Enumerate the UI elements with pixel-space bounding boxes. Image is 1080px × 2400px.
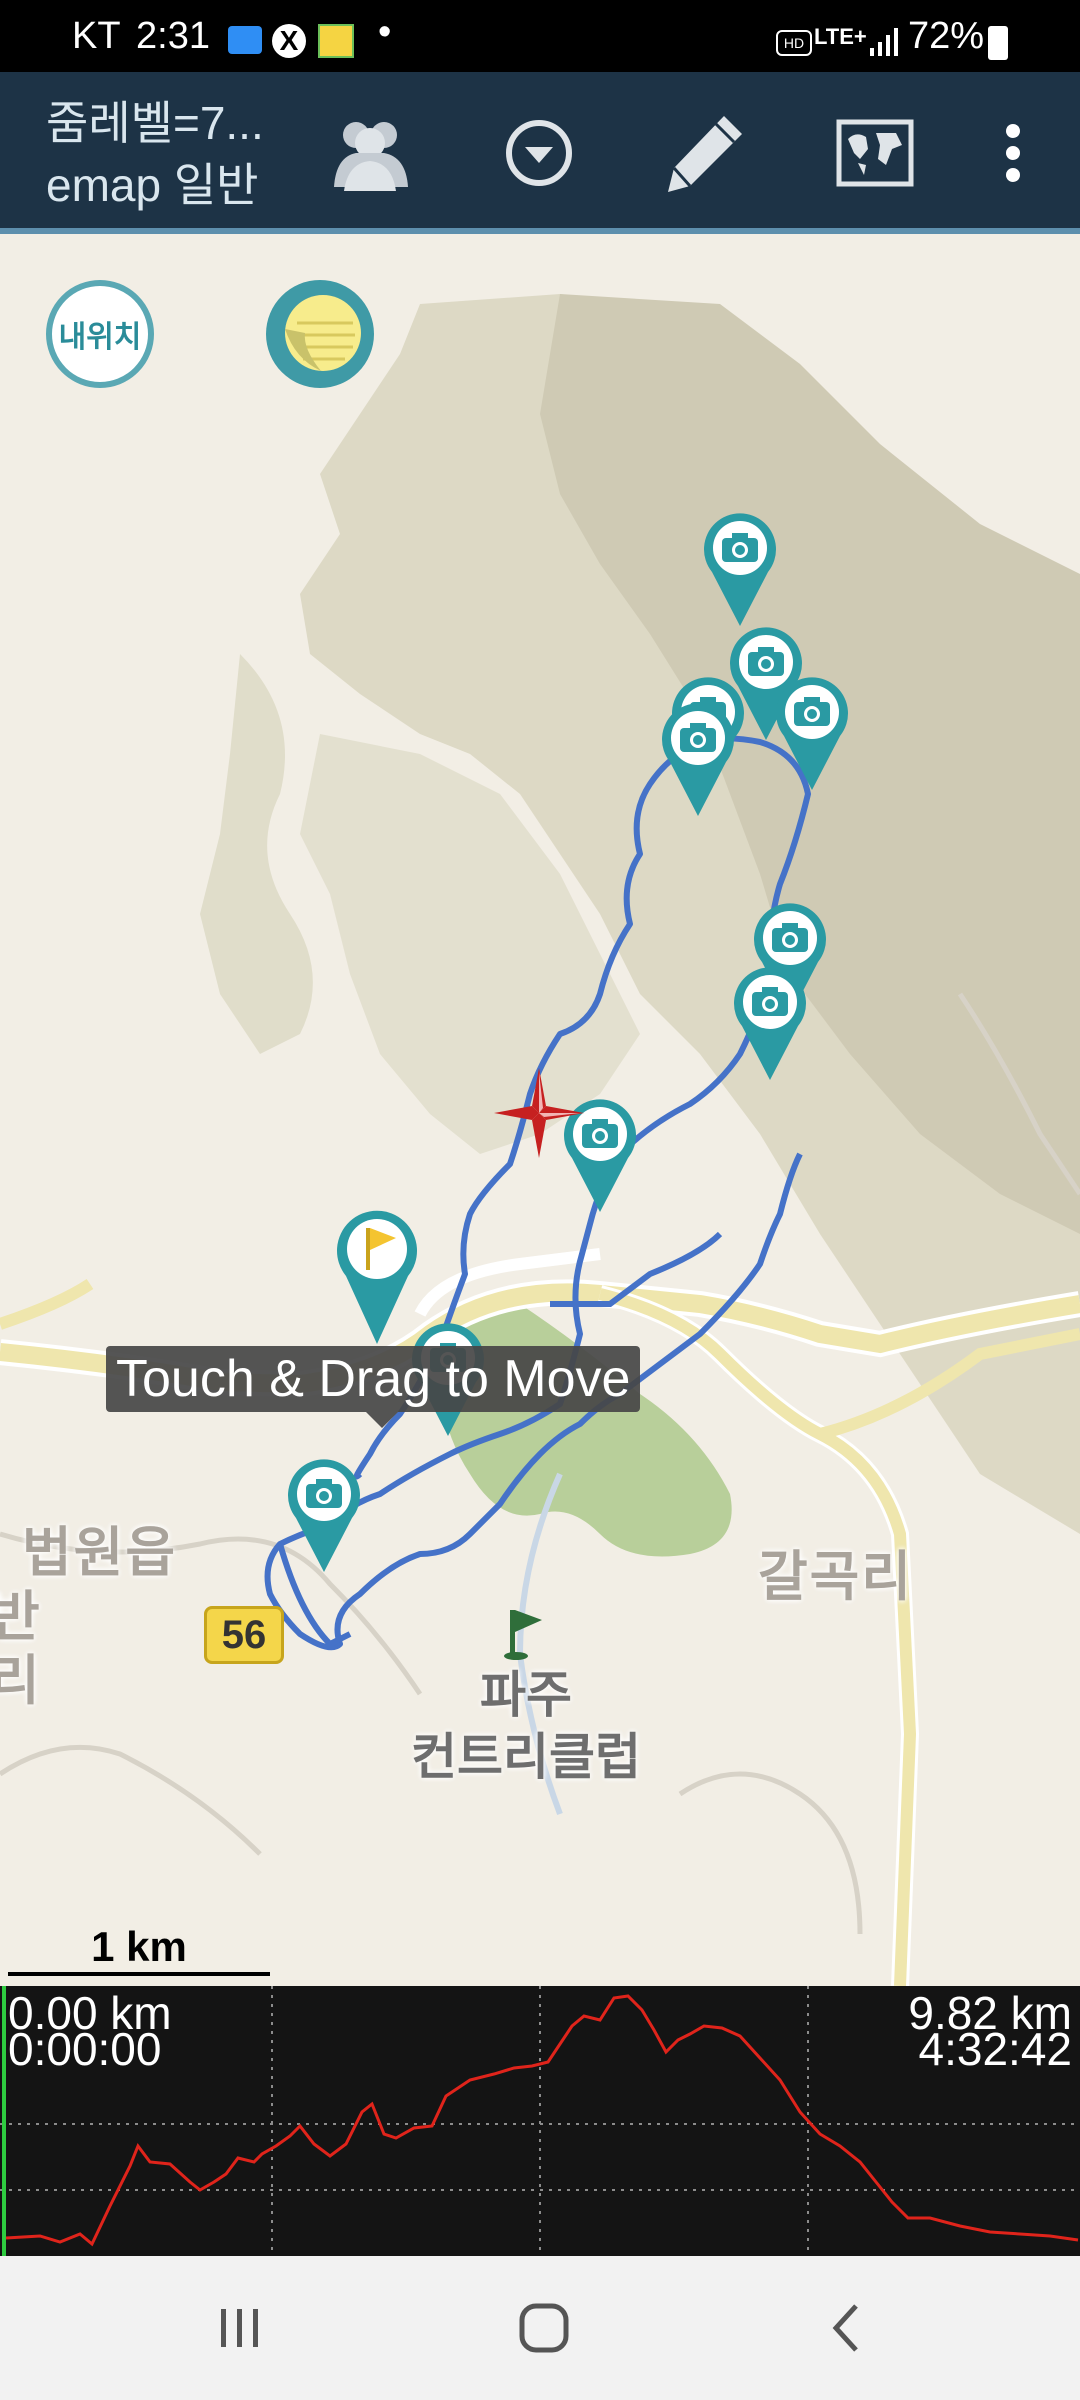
- app-toolbar: 줌레벨=7... emap 일반: [0, 72, 1080, 234]
- memo-button[interactable]: [266, 280, 374, 388]
- back-button[interactable]: [806, 2296, 886, 2360]
- scale-line: [8, 1972, 270, 1976]
- photo-pin[interactable]: [286, 1456, 362, 1574]
- group-button[interactable]: [326, 108, 416, 198]
- start-time: 0:00:00: [8, 2023, 162, 2075]
- place-label-beobwon: 법원읍: [22, 1523, 178, 1583]
- photo-pin[interactable]: [774, 674, 850, 792]
- start-flag-pin[interactable]: [336, 1208, 418, 1346]
- memo-icon: [285, 295, 361, 371]
- recent-apps-button[interactable]: [200, 2296, 280, 2360]
- x-app-icon: X: [272, 24, 306, 58]
- recent-apps-icon: [221, 2309, 258, 2347]
- carrier-label: KT: [72, 15, 121, 57]
- folder-app-icon: [228, 26, 262, 54]
- battery-percent: 72%: [908, 15, 985, 57]
- camera-pin-icon: [288, 1459, 360, 1572]
- signal-icon: [870, 28, 898, 56]
- my-location-label: 내위치: [58, 321, 142, 354]
- home-icon: [519, 2303, 569, 2353]
- more-vert-icon: [1006, 124, 1020, 182]
- my-location-button[interactable]: 내위치: [46, 280, 154, 388]
- notification-dot: •: [378, 11, 392, 53]
- poi-label-country-club: 파주 컨트리클럽: [396, 1664, 656, 1788]
- edit-button[interactable]: [660, 108, 750, 198]
- place-label-galgok: 갈곡리: [758, 1547, 914, 1607]
- camera-pin-icon: [734, 967, 806, 1080]
- zoom-level-label: 줌레벨=7...: [46, 97, 264, 149]
- map-title[interactable]: 줌레벨=7... emap 일반: [46, 92, 264, 216]
- dropdown-icon: [506, 120, 572, 186]
- clock: 2:31: [136, 15, 210, 57]
- crosshair-icon: [494, 1068, 584, 1158]
- photo-pin[interactable]: [660, 700, 736, 818]
- start-flag-icon: [337, 1210, 417, 1344]
- hd-voice-icon: HD: [776, 30, 812, 56]
- home-button[interactable]: [504, 2296, 584, 2360]
- poi-label-line2: 컨트리클럽: [411, 1729, 641, 1785]
- scale-label: 1 km: [91, 1923, 187, 1970]
- map-view[interactable]: 내위치 Touch & Drag to Move 법원읍 갈곡리 반 리 56 …: [0, 234, 1080, 1986]
- world-map-icon: [836, 119, 914, 187]
- map-select-button[interactable]: [830, 108, 920, 198]
- golf-flag-icon: [504, 1610, 542, 1660]
- status-bar: KT 2:31 X • HD LTE+ 72%: [0, 0, 1080, 72]
- group-icon: [334, 122, 408, 191]
- drag-hint-tooltip: Touch & Drag to Move: [106, 1346, 641, 1428]
- lte-icon: LTE+: [814, 24, 867, 49]
- camera-pin-icon: [776, 677, 848, 790]
- place-label-left-2: 리: [0, 1651, 42, 1711]
- camera-pin-icon: [662, 703, 734, 816]
- gallery-app-icon: [318, 24, 354, 58]
- total-time: 4:32:42: [918, 2023, 1072, 2075]
- battery-icon: [988, 26, 1008, 60]
- elevation-profile[interactable]: 0.00 km 0:00:00 9.82 km 4:32:42: [0, 1986, 1080, 2256]
- dropdown-button[interactable]: [494, 108, 584, 198]
- system-nav-bar: [0, 2256, 1080, 2400]
- overflow-menu-button[interactable]: [968, 108, 1058, 198]
- photo-pin[interactable]: [732, 964, 808, 1082]
- camera-pin-icon: [704, 513, 776, 626]
- route-shield: 56: [204, 1606, 284, 1664]
- map-type-label: emap 일반: [46, 159, 259, 211]
- scale-bar: 1 km: [8, 1922, 270, 1980]
- pencil-icon: [668, 116, 742, 192]
- photo-pin[interactable]: [702, 510, 778, 628]
- poi-label-line1: 파주: [480, 1667, 572, 1723]
- back-icon: [832, 2304, 858, 2352]
